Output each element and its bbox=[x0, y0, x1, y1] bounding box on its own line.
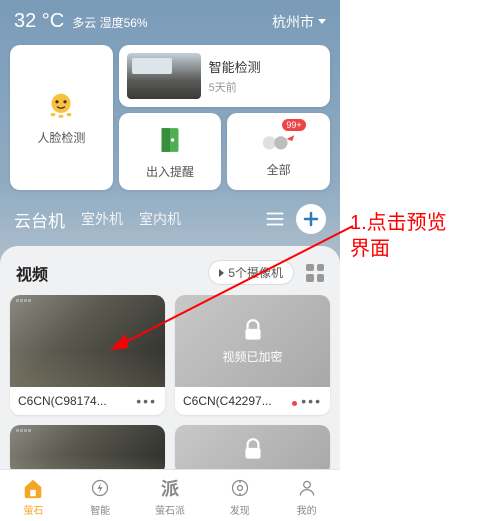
annotation-line2: 界面 bbox=[350, 236, 447, 262]
annotation-text: 1.点击预览 界面 bbox=[350, 210, 447, 262]
video-title: 视频 bbox=[16, 261, 48, 285]
camera-name: C6CN(C42297... bbox=[183, 394, 272, 408]
door-icon bbox=[153, 123, 187, 157]
video-preview-locked[interactable] bbox=[175, 425, 330, 475]
nav-label: 智能 bbox=[90, 502, 110, 517]
nav-yspi[interactable]: 派 萤石派 bbox=[155, 476, 185, 517]
add-button[interactable] bbox=[296, 204, 326, 234]
city-selector[interactable]: 杭州市 bbox=[272, 12, 326, 32]
plus-icon bbox=[303, 211, 319, 227]
badge-count: 99+ bbox=[282, 119, 305, 131]
card-all[interactable]: 99+ 全部 bbox=[227, 113, 330, 190]
video-section: 视频 5个摄像机 C6CN(C98174... ••• bbox=[0, 246, 340, 475]
nav-label: 我的 bbox=[297, 502, 317, 517]
nav-discover[interactable]: 发现 bbox=[228, 476, 252, 517]
weather-meta: 多云 湿度56% bbox=[72, 14, 147, 31]
lock-icon bbox=[240, 318, 266, 344]
bottom-nav: 萤石 智能 派 萤石派 发现 我的 bbox=[0, 469, 340, 521]
card-label: 人脸检测 bbox=[37, 129, 85, 146]
top-bar: 32 °C 多云 湿度56% 杭州市 bbox=[0, 0, 340, 39]
camera-count-button[interactable]: 5个摄像机 bbox=[208, 260, 294, 285]
nav-smart[interactable]: 智能 bbox=[88, 476, 112, 517]
video-preview-locked[interactable]: 视频已加密 bbox=[175, 295, 330, 387]
video-grid-partial bbox=[10, 425, 330, 475]
all-icon: 99+ bbox=[260, 125, 298, 155]
brand-icon bbox=[16, 299, 31, 302]
home-icon bbox=[21, 476, 45, 500]
camera-name: C6CN(C98174... bbox=[18, 394, 107, 408]
tab-outdoor[interactable]: 室外机 bbox=[81, 209, 123, 229]
video-preview[interactable] bbox=[10, 425, 165, 475]
chevron-down-icon bbox=[318, 19, 326, 24]
discover-icon bbox=[228, 476, 252, 500]
weather-block[interactable]: 32 °C 多云 湿度56% bbox=[14, 10, 148, 33]
video-preview[interactable] bbox=[10, 295, 165, 387]
alert-dot-icon bbox=[292, 401, 297, 406]
tab-indoor[interactable]: 室内机 bbox=[139, 209, 181, 229]
video-header: 视频 5个摄像机 bbox=[10, 256, 330, 295]
feature-cards: 人脸检测 智能检测 5天前 出入提醒 9 bbox=[0, 39, 340, 196]
more-icon[interactable]: ••• bbox=[136, 393, 157, 409]
card-title: 智能检测 bbox=[209, 57, 261, 76]
phone-frame: 32 °C 多云 湿度56% 杭州市 人脸检测 智能检测 5天前 bbox=[0, 0, 340, 521]
face-icon bbox=[45, 89, 77, 121]
nav-label: 萤石派 bbox=[155, 502, 185, 517]
card-label: 全部 bbox=[267, 161, 291, 178]
camera-count-label: 5个摄像机 bbox=[228, 264, 283, 281]
nav-mine[interactable]: 我的 bbox=[295, 476, 319, 517]
device-tabs: 云台机 室外机 室内机 bbox=[0, 196, 340, 246]
brand-icon bbox=[16, 429, 31, 432]
more-icon[interactable]: ••• bbox=[292, 393, 322, 409]
video-card[interactable] bbox=[10, 425, 165, 475]
card-smart-detect[interactable]: 智能检测 5天前 bbox=[119, 45, 330, 107]
card-face-detect[interactable]: 人脸检测 bbox=[10, 45, 113, 190]
nav-yingshi[interactable]: 萤石 bbox=[21, 476, 45, 517]
card-label: 出入提醒 bbox=[146, 163, 194, 180]
lock-icon bbox=[240, 437, 266, 463]
menu-icon[interactable] bbox=[264, 208, 286, 230]
video-grid: C6CN(C98174... ••• 视频已加密 C6CN(C42297... … bbox=[10, 295, 330, 415]
card-subtitle: 5天前 bbox=[209, 79, 261, 95]
pi-icon: 派 bbox=[158, 476, 182, 500]
video-card[interactable]: C6CN(C98174... ••• bbox=[10, 295, 165, 415]
annotation-line1: 1.点击预览 bbox=[350, 210, 447, 236]
video-card[interactable]: 视频已加密 C6CN(C42297... ••• bbox=[175, 295, 330, 415]
nav-label: 萤石 bbox=[23, 502, 43, 517]
detect-thumbnail bbox=[127, 53, 201, 99]
nav-label: 发现 bbox=[230, 502, 250, 517]
bolt-icon bbox=[88, 476, 112, 500]
encrypted-label: 视频已加密 bbox=[222, 348, 282, 365]
video-card[interactable] bbox=[175, 425, 330, 475]
card-entry-alert[interactable]: 出入提醒 bbox=[119, 113, 222, 190]
temperature: 32 °C bbox=[14, 10, 64, 33]
user-icon bbox=[295, 476, 319, 500]
play-icon bbox=[219, 269, 224, 277]
tab-ptz[interactable]: 云台机 bbox=[14, 207, 65, 232]
city-label: 杭州市 bbox=[272, 12, 314, 32]
layout-toggle-icon[interactable] bbox=[306, 264, 324, 282]
